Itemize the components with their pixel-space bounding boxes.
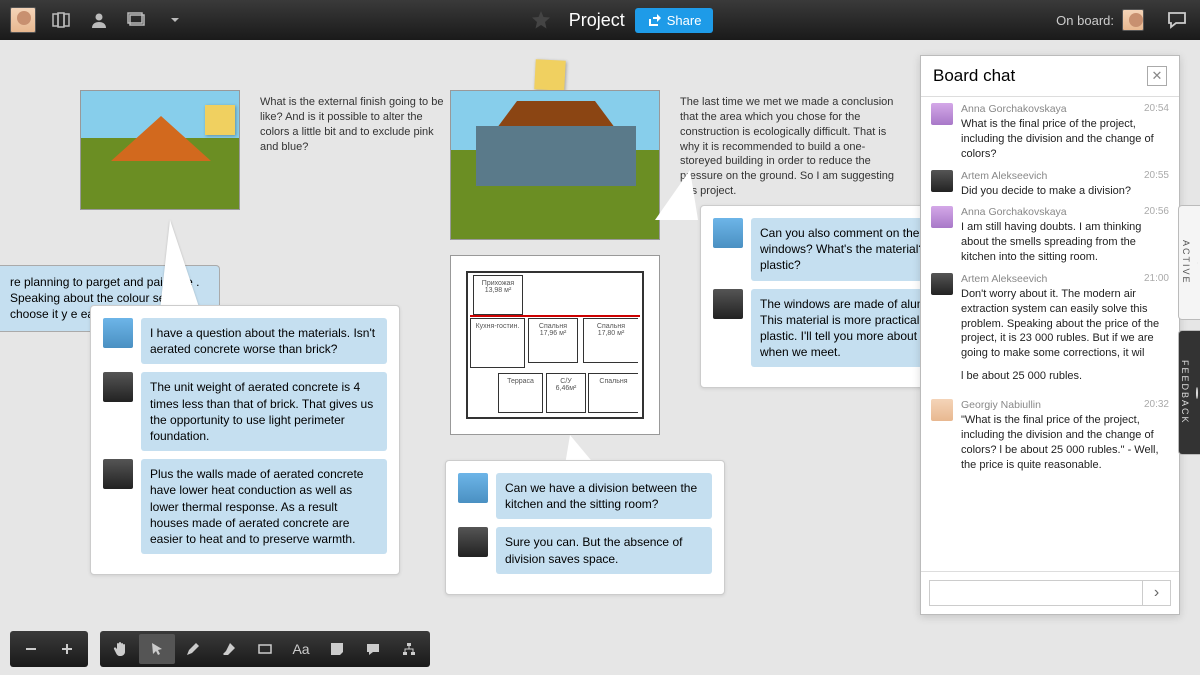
active-tab-label: ACTIVE <box>1181 240 1191 285</box>
chat-author: Artem Alekseevich <box>961 273 1047 285</box>
share-button[interactable]: Share <box>635 8 714 33</box>
share-label: Share <box>667 13 702 28</box>
pointer-3 <box>655 170 698 220</box>
avatar-icon <box>931 206 953 228</box>
hand-tool[interactable] <box>103 634 139 664</box>
avatar-icon <box>931 103 953 125</box>
annotation-1: What is the external finish going to be … <box>260 95 450 154</box>
pen-tool[interactable] <box>175 634 211 664</box>
feedback-tab-label: FEEDBACK <box>1180 360 1190 425</box>
comment-text: The unit weight of aerated concrete is 4… <box>141 372 387 451</box>
chat-time: 20:54 <box>1144 103 1169 115</box>
chat-message: Anna Gorchakovskaya 20:54 What is the fina… <box>931 103 1169 162</box>
pointer-1 <box>160 220 200 310</box>
avatar-icon <box>103 318 133 348</box>
chat-title: Board chat <box>933 66 1015 86</box>
user-avatar[interactable] <box>10 7 36 33</box>
chat-message: Anna Gorchakovskaya 20:56 I am still havin… <box>931 206 1169 265</box>
house-image-2[interactable] <box>450 90 660 240</box>
star-icon[interactable] <box>531 10 551 30</box>
chat-message: Georgiy Nabiullin 20:32 "What is the final… <box>931 399 1169 472</box>
dropdown-icon[interactable] <box>162 7 188 33</box>
send-button[interactable]: › <box>1143 580 1171 606</box>
eraser-tool[interactable] <box>211 634 247 664</box>
comment-text: Plus the walls made of aerated concrete … <box>141 459 387 554</box>
chat-author: Anna Gorchakovskaya <box>961 103 1067 115</box>
comment-text: Sure you can. But the absence of divisio… <box>496 527 712 573</box>
org-chart-tool[interactable] <box>391 634 427 664</box>
avatar-icon <box>458 527 488 557</box>
chat-text: Don't worry about it. The modern air ext… <box>961 287 1169 361</box>
smiley-icon <box>1196 387 1198 399</box>
chat-message: l be about 25 000 rubles. <box>931 369 1169 391</box>
gallery-icon[interactable] <box>124 7 150 33</box>
comment-thread-1[interactable]: I have a question about the materials. I… <box>90 305 400 575</box>
avatar-icon <box>103 372 133 402</box>
chat-time: 20:55 <box>1144 170 1169 182</box>
zoom-out-button[interactable] <box>13 634 49 664</box>
avatar-icon <box>713 289 743 319</box>
chat-text: l be about 25 000 rubles. <box>961 369 1169 384</box>
comment-text: Can we have a division between the kitch… <box>496 473 712 519</box>
avatar-icon <box>931 273 953 295</box>
annotation-2: The last time we met we made a conclusio… <box>680 95 900 199</box>
chat-time: 20:56 <box>1144 206 1169 218</box>
feedback-tab[interactable]: FEEDBACK <box>1178 330 1200 455</box>
avatar-icon <box>103 459 133 489</box>
top-toolbar: Project Share On board: <box>0 0 1200 40</box>
comment-text: I have a question about the materials. I… <box>141 318 387 364</box>
collaborator-avatar[interactable] <box>1122 9 1144 31</box>
chat-text: What is the final price of the project, … <box>961 117 1169 162</box>
avatar-icon <box>931 170 953 192</box>
chat-messages: Anna Gorchakovskaya 20:54 What is the fina… <box>921 97 1179 571</box>
text-tool[interactable]: Aa <box>283 634 319 664</box>
comment-tool[interactable] <box>355 634 391 664</box>
comment-thread-2[interactable]: Can we have a division between the kitch… <box>445 460 725 595</box>
chat-text: "What is the final price of the project,… <box>961 413 1169 472</box>
onboard-label: On board: <box>1056 13 1114 28</box>
chat-input[interactable] <box>929 580 1143 606</box>
avatar-icon <box>458 473 488 503</box>
shape-tool[interactable] <box>247 634 283 664</box>
sticky-note-1[interactable] <box>205 105 235 135</box>
pointer-tool[interactable] <box>139 634 175 664</box>
avatar-icon <box>713 218 743 248</box>
zoom-in-button[interactable] <box>49 634 85 664</box>
chat-time: 20:32 <box>1144 399 1169 411</box>
sticky-tool[interactable] <box>319 634 355 664</box>
chat-author: Anna Gorchakovskaya <box>961 206 1067 218</box>
board-title: Project <box>569 10 625 31</box>
chat-message: Artem Alekseevich 20:55 Did you decide to … <box>931 170 1169 199</box>
active-tab[interactable]: ACTIVE <box>1178 205 1200 320</box>
chat-text: I am still having doubts. I am thinking … <box>961 220 1169 265</box>
chat-icon[interactable] <box>1164 7 1190 33</box>
bottom-toolbar: Aa <box>10 631 430 667</box>
chat-time: 21:00 <box>1144 273 1169 285</box>
close-icon[interactable]: ✕ <box>1147 66 1167 86</box>
boards-icon[interactable] <box>48 7 74 33</box>
contacts-icon[interactable] <box>86 7 112 33</box>
chat-message: Artem Alekseevich 21:00 Don't worry about … <box>931 273 1169 361</box>
avatar-icon <box>931 399 953 421</box>
chat-author: Georgiy Nabiullin <box>961 399 1041 411</box>
chat-text: Did you decide to make a division? <box>961 184 1169 199</box>
sticky-note-2[interactable] <box>534 59 566 91</box>
board-chat-panel: Board chat ✕ Anna Gorchakovskaya 20:54 Wha… <box>920 55 1180 615</box>
chat-author: Artem Alekseevich <box>961 170 1047 182</box>
floorplan-image[interactable]: Прихожая13,98 м² Кухня-гостин. Спальня17… <box>450 255 660 435</box>
